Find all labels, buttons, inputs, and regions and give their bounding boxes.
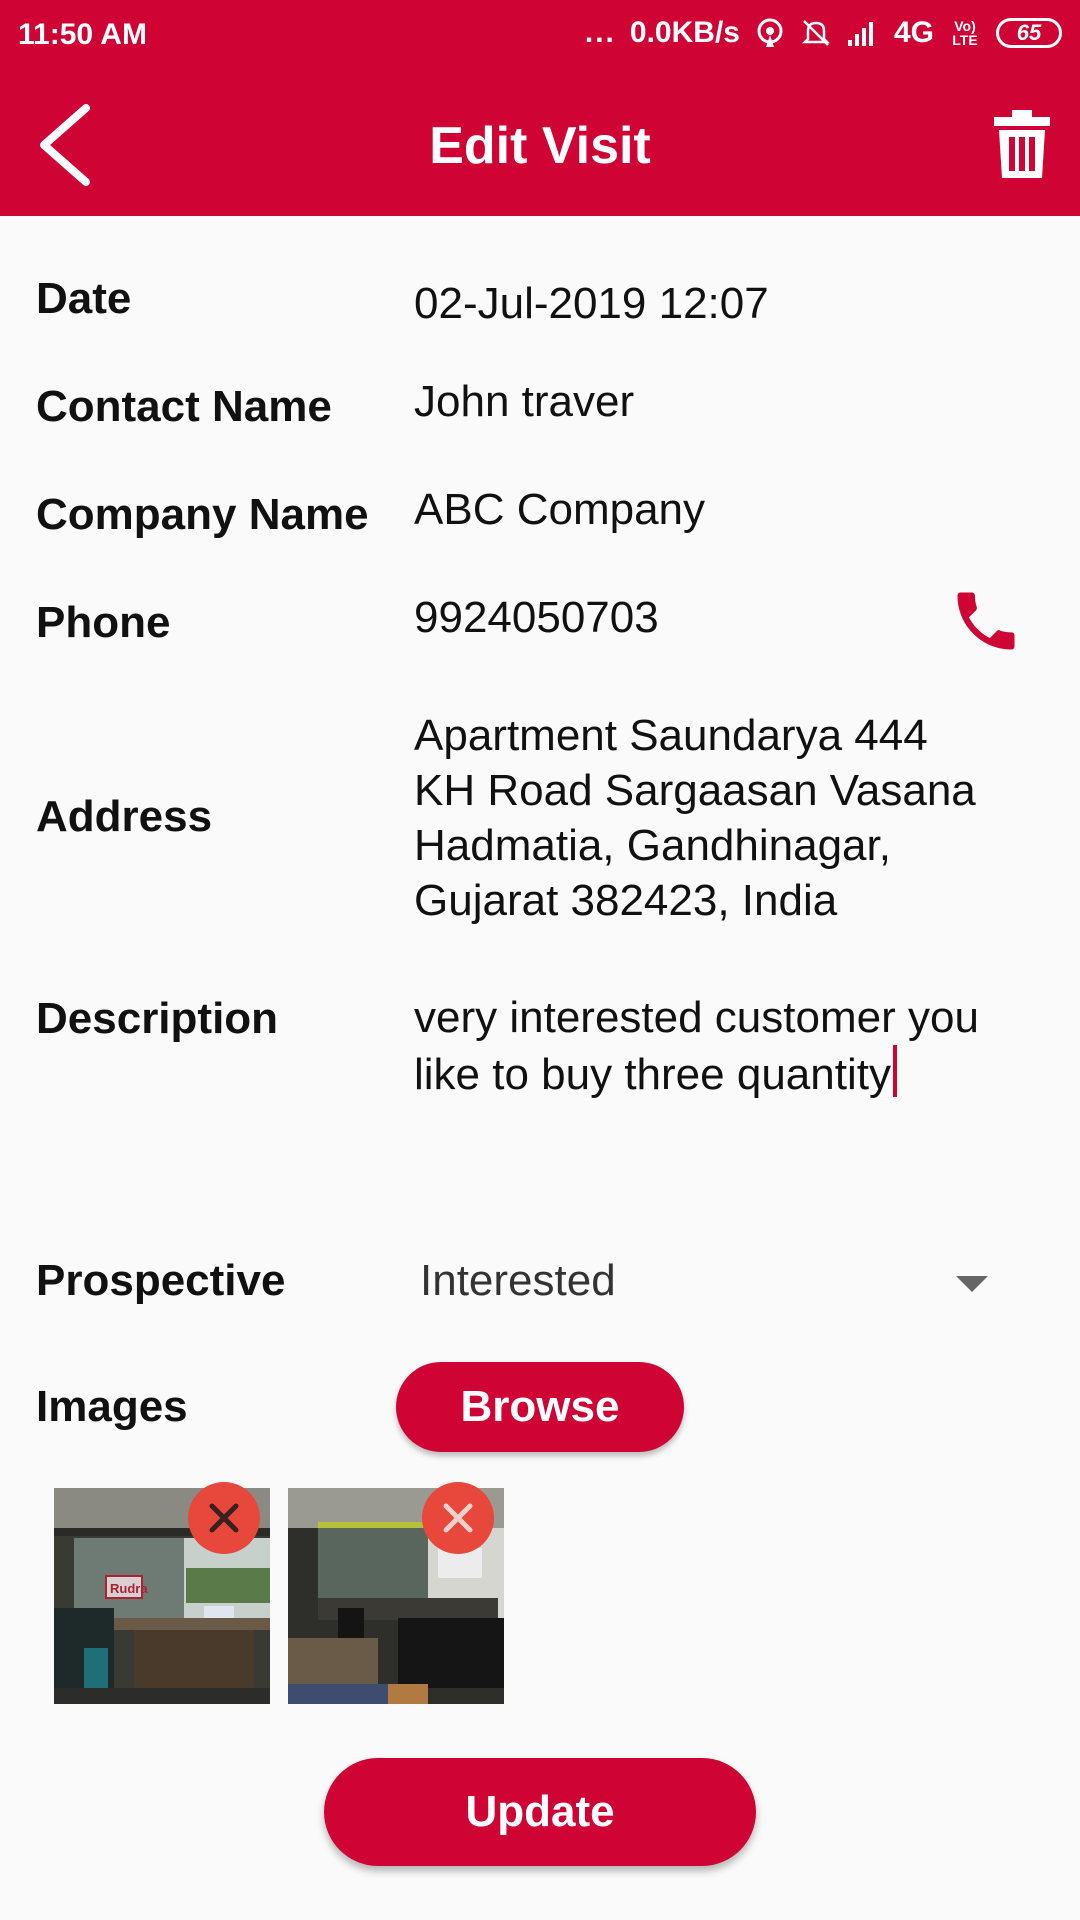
contact-name-label: Contact Name [36, 382, 332, 431]
prospective-dropdown[interactable]: Interested [420, 1252, 1020, 1314]
contact-name-field[interactable]: John traver [414, 374, 634, 429]
status-time: 11:50 AM [18, 18, 147, 51]
update-button[interactable]: Update [324, 1758, 756, 1866]
phone-icon [957, 592, 1015, 650]
description-line-with-cursor: like to buy three quantity [414, 1045, 979, 1102]
hotspot-icon [757, 18, 783, 47]
address-field[interactable]: Apartment Saundarya 444 KH Road Sargaasa… [414, 708, 976, 928]
address-line: KH Road Sargaasan Vasana [414, 766, 976, 815]
phone-field[interactable]: 9924050703 [414, 590, 659, 645]
description-line: like to buy three quantity [414, 1050, 891, 1099]
thumbnail-caption: Rudra [110, 1581, 148, 1596]
page-title: Edit Visit [429, 117, 651, 175]
trash-icon [994, 110, 1050, 178]
call-button[interactable] [948, 582, 1024, 660]
remove-image-button[interactable] [188, 1482, 260, 1554]
prospective-selected: Interested [420, 1256, 616, 1305]
date-label: Date [36, 274, 132, 323]
date-value[interactable]: 02-Jul-2019 12:07 [414, 276, 769, 331]
signal-icon [847, 22, 873, 46]
status-dots: ... [584, 16, 616, 49]
phone-label: Phone [36, 598, 171, 647]
close-icon [443, 1503, 473, 1533]
address-line: Hadmatia, Gandhinagar, [414, 821, 891, 870]
app-bar: Edit Visit [0, 72, 1080, 216]
address-line: Apartment Saundarya 444 [414, 711, 928, 760]
company-name-label: Company Name [36, 490, 369, 539]
status-icons: ... 0.0KB/s 4G Vo) LTE 65 [585, 16, 1062, 50]
network-speed: 0.0KB/s [629, 16, 740, 49]
volte-badge: Vo) LTE [952, 18, 978, 48]
browse-button[interactable]: Browse [396, 1362, 684, 1452]
text-cursor [892, 1045, 897, 1097]
description-line: very interested customer you [414, 993, 979, 1042]
address-line: Gujarat 382423, India [414, 876, 838, 925]
images-label: Images [36, 1382, 188, 1431]
network-type: 4G [893, 16, 934, 49]
delete-button[interactable] [994, 110, 1050, 178]
status-bar: 11:50 AM ... 0.0KB/s 4G Vo) LTE 65 [0, 0, 1080, 72]
description-field[interactable]: very interested customer you like to buy… [414, 990, 979, 1102]
bell-muted-icon [801, 20, 830, 46]
dropdown-arrow-icon [956, 1276, 988, 1292]
remove-image-button[interactable] [422, 1482, 494, 1554]
battery-icon: 65 [996, 18, 1062, 48]
company-name-field[interactable]: ABC Company [414, 482, 705, 537]
description-label: Description [36, 994, 279, 1043]
prospective-label: Prospective [36, 1256, 286, 1305]
close-icon [209, 1503, 239, 1533]
address-label: Address [36, 792, 213, 841]
